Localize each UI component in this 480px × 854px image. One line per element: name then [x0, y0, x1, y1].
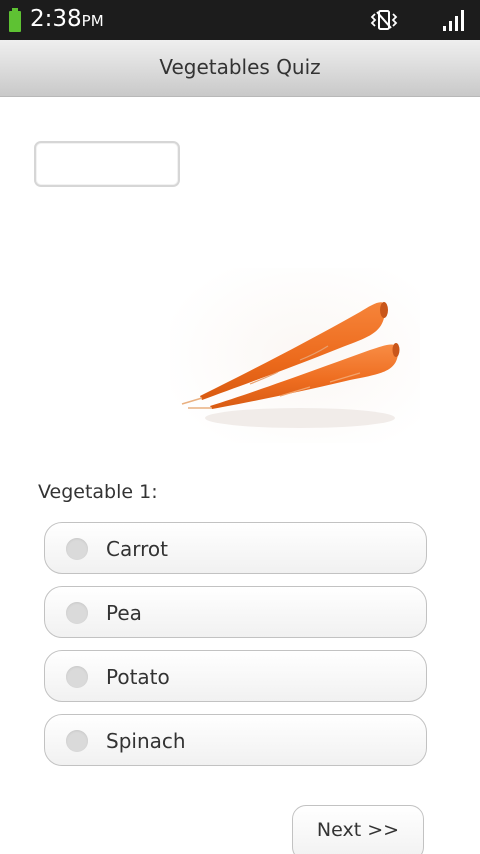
radio-button[interactable] [66, 602, 88, 624]
status-ampm: PM [81, 12, 104, 30]
signal-icon [443, 10, 464, 31]
option-label: Spinach [106, 729, 186, 753]
quiz-screen: 2:38PM Vegetables Quiz Vegetable 1: Carr… [0, 0, 480, 854]
option-pea[interactable]: Pea [44, 586, 427, 638]
carrot-image [170, 268, 420, 443]
status-bar: 2:38PM [0, 0, 480, 40]
option-label: Pea [106, 601, 142, 625]
page-title: Vegetables Quiz [159, 55, 321, 79]
battery-icon [9, 8, 21, 32]
option-potato[interactable]: Potato [44, 650, 427, 702]
radio-button[interactable] [66, 666, 88, 688]
next-button[interactable]: Next >> [292, 805, 424, 854]
option-label: Carrot [106, 537, 168, 561]
option-spinach[interactable]: Spinach [44, 714, 427, 766]
option-label: Potato [106, 665, 170, 689]
radio-button[interactable] [66, 538, 88, 560]
vibrate-icon [370, 10, 398, 30]
radio-button[interactable] [66, 730, 88, 752]
title-bar: Vegetables Quiz [0, 40, 480, 97]
option-carrot[interactable]: Carrot [44, 522, 427, 574]
status-time: 2:38PM [30, 5, 104, 35]
answer-input[interactable] [34, 141, 180, 187]
question-label: Vegetable 1: [38, 481, 158, 503]
status-time-value: 2:38 [30, 6, 82, 32]
